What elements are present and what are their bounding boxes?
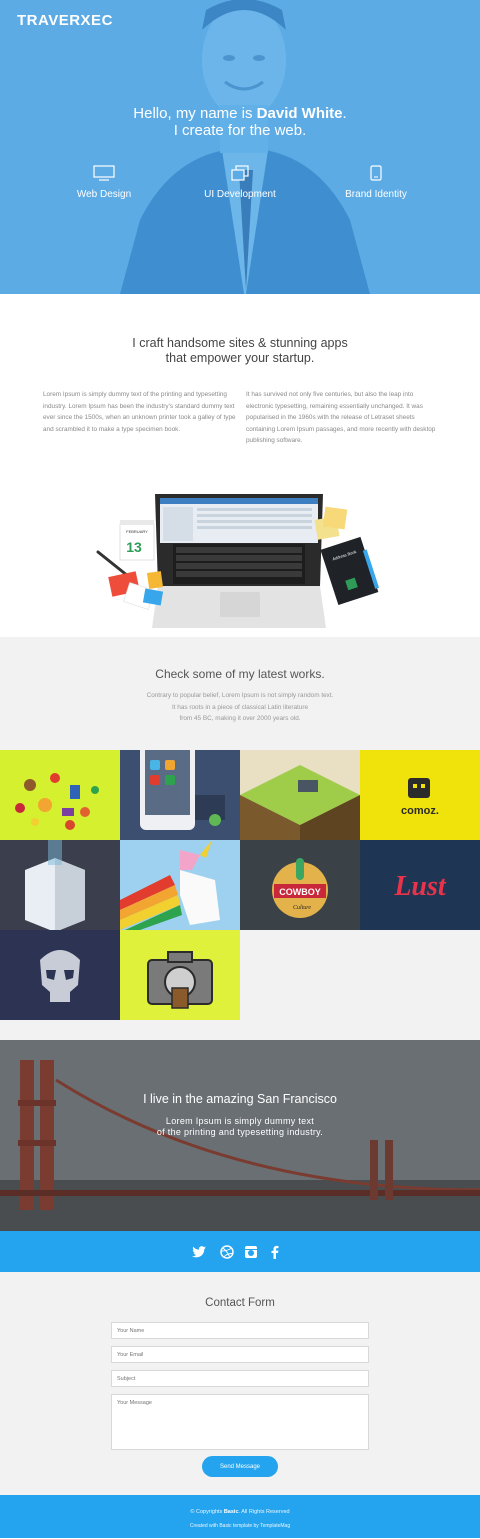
send-message-button[interactable]: Send Message: [202, 1456, 278, 1477]
camera-image: [147, 951, 213, 1009]
calendar-day: 13: [126, 539, 142, 555]
portfolio-lust-lettering[interactable]: Lust: [360, 840, 480, 930]
city-sub-line: Lorem Ipsum is simply dummy text: [165, 1116, 315, 1126]
portfolio-unicorn[interactable]: [120, 840, 240, 930]
works-desc-line: It has roots in a piece of classical Lat…: [171, 703, 309, 711]
unicorn-image: [120, 840, 220, 930]
service-label: UI Development: [204, 189, 276, 200]
comoz-image: comoz.: [401, 778, 439, 817]
cowboy-image: COWBOY Culture: [272, 858, 328, 918]
portfolio-tablet-apps[interactable]: [120, 750, 240, 840]
contact-heading: Contact Form: [205, 1297, 275, 1309]
about-section: I craft handsome sites & stunning apps t…: [0, 294, 480, 637]
hero-title-suffix: .: [342, 105, 347, 122]
comoz-text: comoz.: [401, 805, 439, 817]
room-image: [25, 840, 85, 930]
service-ui-development: UI Development: [180, 165, 300, 200]
portfolio-grid: comoz. COWBOY Culture Lust: [0, 750, 480, 1040]
copyright-prefix: © Copyrights: [190, 1509, 224, 1515]
hero-portrait-image: [0, 0, 480, 294]
calendar-month: FEBRUARY: [126, 529, 148, 534]
culture-text: Culture: [293, 905, 311, 911]
email-input[interactable]: [111, 1346, 369, 1363]
city-subtext: Lorem Ipsum is simply dummy text of the …: [0, 1116, 480, 1138]
lust-text: Lust: [393, 871, 447, 902]
brand-logo[interactable]: TRAVERXEC: [17, 12, 113, 29]
notebook-label: Address Book: [332, 549, 357, 561]
works-description: Contrary to popular belief, Lorem Ipsum …: [0, 690, 480, 725]
about-text-right: It has survived not only five centuries,…: [246, 391, 436, 444]
twitter-icon[interactable]: [191, 1244, 207, 1260]
about-heading: I craft handsome sites & stunning apps t…: [0, 336, 480, 366]
cowboy-text: COWBOY: [279, 887, 321, 897]
hero-title-name: David White: [256, 105, 343, 122]
hero-subtitle: I create for the web.: [173, 122, 307, 139]
hero-title: Hello, my name is David White. I create …: [0, 105, 480, 139]
about-heading-line1: I craft handsome sites & stunning apps: [132, 336, 348, 350]
footer: © Copyrights Basic. All Rights Reserved …: [0, 1495, 480, 1538]
portfolio-skull[interactable]: [0, 930, 120, 1020]
skull-image: [40, 950, 80, 1002]
mobile-icon: [370, 165, 382, 181]
portfolio-camera[interactable]: [120, 930, 240, 1020]
portfolio-isometric-island[interactable]: [240, 750, 360, 840]
portfolio-isometric-room[interactable]: [0, 840, 120, 930]
message-textarea[interactable]: [111, 1394, 369, 1450]
tablet-image: [140, 750, 225, 830]
monitor-icon: [93, 165, 115, 181]
hero-title-prefix: Hello, my name is: [133, 105, 257, 122]
works-section: Check some of my latest works. Contrary …: [0, 637, 480, 750]
city-section: I live in the amazing San Francisco Lore…: [0, 1040, 480, 1231]
island-image: [240, 765, 360, 840]
copyright-brand: Basic: [223, 1509, 239, 1515]
calendar-icon: FEBRUARY 13: [119, 520, 155, 561]
about-heading-line2: that empower your startup.: [165, 351, 315, 365]
layers-icon: [231, 165, 249, 181]
social-bar: [0, 1231, 480, 1272]
lust-image: Lust: [393, 871, 447, 902]
city-sub-line: of the printing and typesetting industry…: [156, 1127, 324, 1137]
copyright-text: © Copyrights Basic. All Rights Reserved: [0, 1509, 480, 1515]
city-heading: I live in the amazing San Francisco: [143, 1092, 337, 1106]
facebook-icon[interactable]: [267, 1244, 283, 1260]
works-desc-line: from 45 BC, making it over 2000 years ol…: [179, 715, 301, 722]
works-heading: Check some of my latest works.: [155, 667, 325, 681]
credit-text[interactable]: Created with Basic template by TemplateM…: [0, 1523, 480, 1529]
name-input[interactable]: [111, 1322, 369, 1339]
portfolio-comoz-logo[interactable]: comoz.: [360, 750, 480, 840]
service-web-design: Web Design: [44, 165, 164, 200]
copyright-suffix: . All Rights Reserved: [238, 1509, 290, 1515]
portfolio-cowboy-culture[interactable]: COWBOY Culture: [240, 840, 360, 930]
works-desc-line: Contrary to popular belief, Lorem Ipsum …: [146, 692, 334, 699]
contact-section: Contact Form Send Message: [0, 1272, 480, 1495]
instagram-icon[interactable]: [243, 1244, 259, 1260]
hero-section: TRAVERXEC Hello, my name is David White.…: [0, 0, 480, 294]
dribbble-icon[interactable]: [219, 1244, 235, 1260]
about-text-left: Lorem Ipsum is simply dummy text of the …: [43, 391, 236, 433]
food-icons-image: [15, 773, 99, 830]
subject-input[interactable]: [111, 1370, 369, 1387]
service-brand-identity: Brand Identity: [316, 165, 436, 200]
portfolio-food-icons[interactable]: [0, 750, 120, 840]
service-label: Web Design: [76, 189, 132, 200]
services-list: Web Design UI Development Brand Identity: [0, 165, 480, 215]
service-label: Brand Identity: [345, 189, 407, 200]
